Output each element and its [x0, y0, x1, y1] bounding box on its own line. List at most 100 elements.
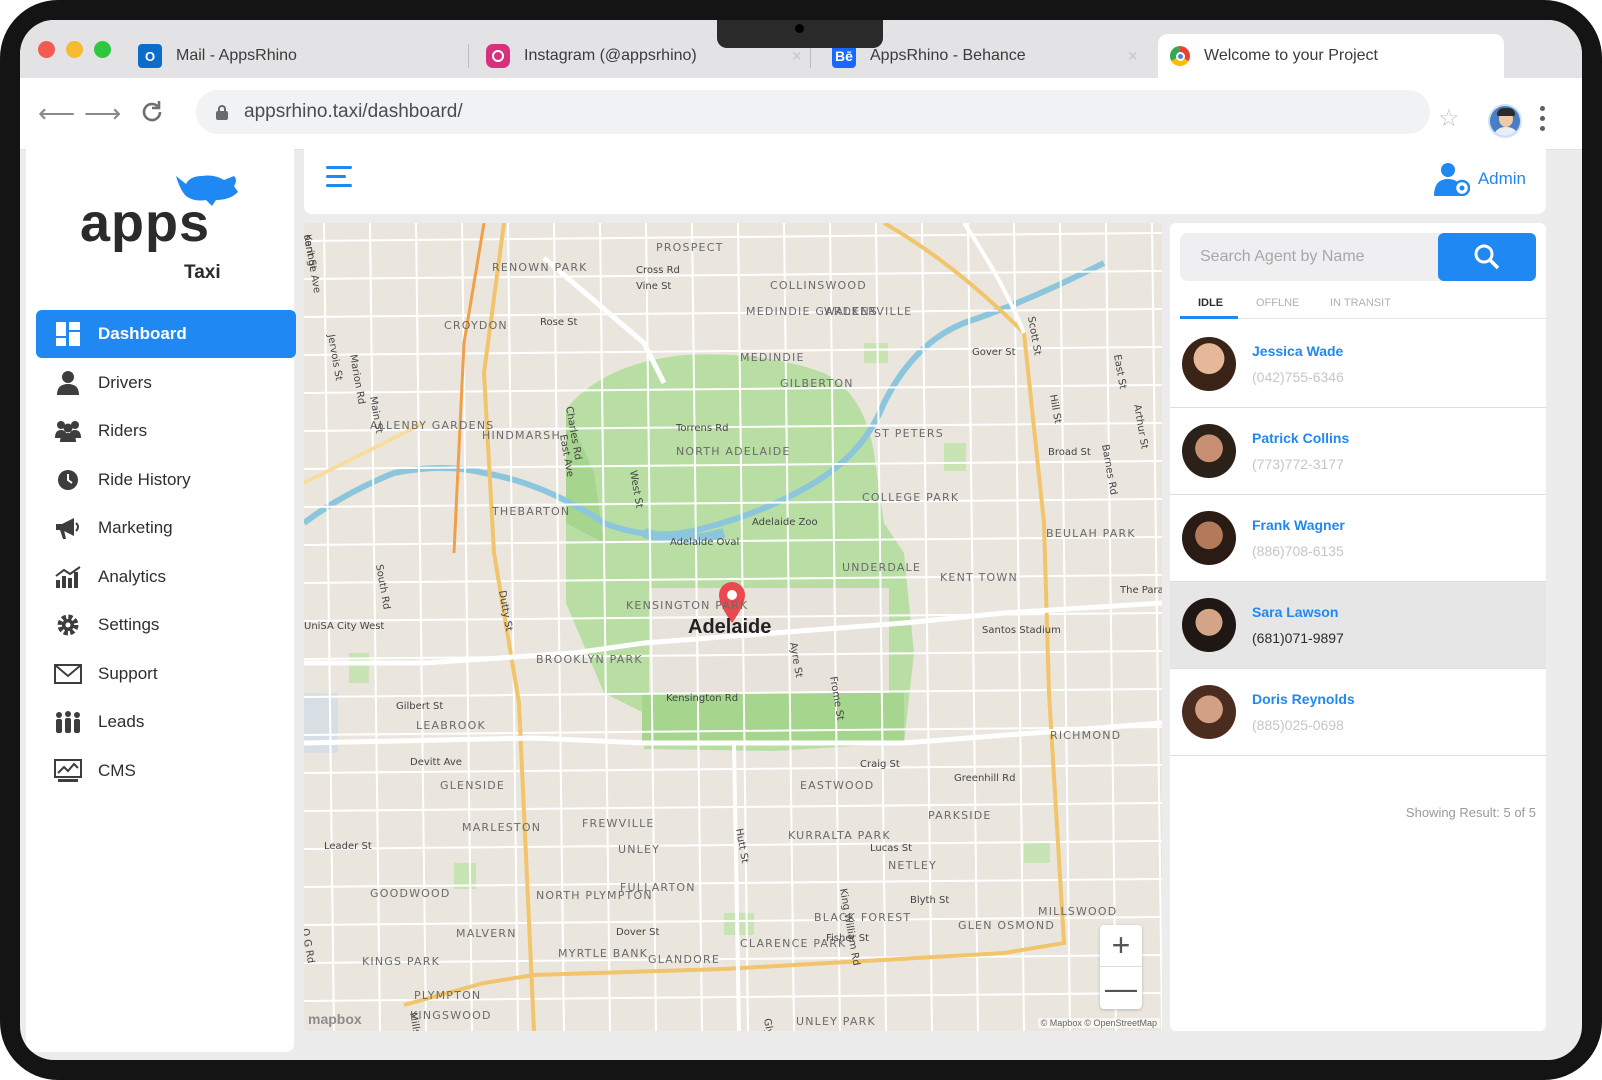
reload-button[interactable] — [138, 98, 166, 132]
close-window-button[interactable] — [38, 41, 55, 58]
map-label: South Rd — [373, 564, 392, 611]
list-item[interactable]: Frank Wagner (886)708-6135 — [1170, 495, 1546, 582]
sidebar-item-analytics[interactable]: Analytics — [36, 553, 296, 601]
map-label: KINGSWOOD — [410, 1009, 492, 1022]
forward-button[interactable]: ⟶ — [84, 98, 121, 128]
url-text: appsrhino.taxi/dashboard/ — [244, 101, 463, 122]
sidebar-item-label: CMS — [98, 760, 136, 780]
sidebar-item-leads[interactable]: Leads — [36, 698, 296, 746]
zoom-out-button[interactable]: — — [1100, 967, 1142, 1009]
map-label: Torrens Rd — [675, 423, 729, 434]
map-label: Cross Rd — [636, 265, 680, 276]
map-label: Adelaide Zoo — [752, 517, 818, 528]
sidebar-item-settings[interactable]: Settings — [36, 601, 296, 649]
map-label: Arthur St — [1131, 404, 1150, 450]
admin-menu[interactable]: Admin — [1433, 162, 1526, 197]
close-icon[interactable]: × — [791, 46, 802, 67]
sidebar: apps Taxi Dashboard Drivers Riders Ride … — [26, 140, 296, 1052]
map-label: COLLINSWOOD — [770, 279, 867, 292]
sidebar-item-label: Marketing — [98, 518, 173, 537]
analytics-icon — [54, 564, 82, 590]
zoom-in-button[interactable]: + — [1100, 925, 1142, 967]
agent-phone: (886)708-6135 — [1252, 543, 1344, 559]
list-item[interactable]: Patrick Collins (773)772-3177 — [1170, 408, 1546, 495]
address-bar[interactable]: appsrhino.taxi/dashboard/ — [196, 90, 1430, 134]
profile-avatar[interactable] — [1488, 104, 1522, 138]
tab-mail[interactable]: O Mail - AppsRhino — [138, 34, 478, 78]
tab-offline[interactable]: OFFLNE — [1256, 297, 1299, 309]
agent-phone: (042)755-6346 — [1252, 369, 1344, 385]
search-input[interactable]: Search Agent by Name — [1200, 248, 1365, 266]
bookmark-star-icon[interactable]: ☆ — [1438, 104, 1460, 133]
map-label: LEABROOK — [416, 719, 486, 732]
search-button[interactable] — [1438, 233, 1536, 281]
map-label: BROOKLYN PARK — [536, 653, 643, 666]
sidebar-item-drivers[interactable]: Drivers — [36, 359, 296, 407]
sidebar-item-label: Analytics — [98, 566, 167, 586]
agent-status-tabs: IDLE OFFLNE IN TRANSIT — [1180, 289, 1546, 319]
map-label: HINDMARSH — [482, 429, 561, 442]
dashboard-icon — [54, 321, 82, 347]
list-item[interactable]: Sara Lawson (681)071-9897 — [1170, 582, 1546, 669]
map-label: Santos Stadium — [982, 625, 1061, 636]
sidebar-item-dashboard[interactable]: Dashboard — [36, 310, 296, 358]
map-label: The Parade — [1119, 585, 1162, 596]
hamburger-menu-icon[interactable] — [326, 166, 352, 193]
map-label: COLLEGE PARK — [862, 491, 959, 504]
sidebar-item-ride-history[interactable]: Ride History — [36, 456, 296, 504]
tab-label: AppsRhino - Behance — [870, 47, 1026, 64]
map-label: Dutty St — [496, 590, 514, 633]
map-label: MILLSWOOD — [1038, 905, 1117, 918]
instagram-icon — [486, 44, 510, 68]
tab-label: Welcome to your Project — [1204, 47, 1378, 64]
list-item[interactable]: Jessica Wade (042)755-6346 — [1170, 321, 1546, 408]
map-label: EASTWOOD — [800, 779, 874, 792]
browser-menu-button[interactable] — [1540, 106, 1546, 131]
sidebar-item-cms[interactable]: CMS — [36, 747, 296, 795]
outlook-icon: O — [138, 44, 162, 68]
maximize-window-button[interactable] — [94, 41, 111, 58]
map-label: Dover St — [616, 927, 660, 938]
map-label: KENT TOWN — [940, 571, 1018, 584]
result-count: Showing Result: 5 of 5 — [1405, 805, 1536, 820]
minimize-window-button[interactable] — [66, 41, 83, 58]
tab-label: Mail - AppsRhino — [176, 47, 297, 64]
agent-name: Sara Lawson — [1252, 604, 1339, 620]
admin-user-icon — [1433, 162, 1471, 197]
map-view[interactable]: Adelaide PROSPECT RENOWN PARK COLLINSWOOD C… — [304, 223, 1162, 1031]
map-label: Gover St — [972, 347, 1016, 358]
sidebar-item-marketing[interactable]: Marketing — [36, 504, 296, 552]
map-label: NORTH PLYMPTON — [536, 889, 653, 902]
megaphone-icon — [54, 515, 82, 541]
map-label: MALVERN — [456, 927, 517, 940]
agent-phone: (681)071-9897 — [1252, 630, 1344, 646]
back-button[interactable]: ⟵ — [38, 98, 75, 128]
tab-in-transit[interactable]: IN TRANSIT — [1330, 297, 1391, 309]
sidebar-item-support[interactable]: Support — [36, 650, 296, 698]
map-label: THEBARTON — [491, 505, 570, 518]
sidebar-item-label: Drivers — [98, 372, 152, 392]
tab-idle[interactable]: IDLE — [1198, 297, 1223, 309]
map-label: KENSINGTON PARK — [626, 599, 748, 612]
page-header: Admin — [304, 140, 1546, 214]
map-label: UNLEY PARK — [796, 1015, 876, 1028]
map-label: PLYMPTON — [414, 989, 481, 1002]
map-label: GLENSIDE — [440, 779, 505, 792]
agent-name: Doris Reynolds — [1252, 691, 1355, 707]
tab-project[interactable]: Welcome to your Project — [1158, 34, 1504, 78]
mail-icon — [54, 661, 82, 687]
device-notch — [717, 20, 883, 48]
sidebar-item-riders[interactable]: Riders — [36, 407, 296, 455]
admin-label: Admin — [1477, 169, 1526, 188]
list-item[interactable]: Doris Reynolds (885)025-0698 — [1170, 669, 1546, 756]
close-icon[interactable]: × — [1127, 46, 1138, 67]
agent-name: Jessica Wade — [1252, 343, 1344, 359]
avatar — [1182, 598, 1236, 652]
map-label: UNLEY — [618, 843, 660, 856]
device-frame: O Mail - AppsRhino Instagram (@appsrhino… — [0, 0, 1602, 1080]
avatar — [1182, 424, 1236, 478]
map-label: Rose St — [540, 317, 578, 328]
map-label: O G Rd — [304, 928, 316, 965]
map-label: Adelaide Oval — [670, 537, 739, 548]
clock-icon — [54, 467, 82, 493]
